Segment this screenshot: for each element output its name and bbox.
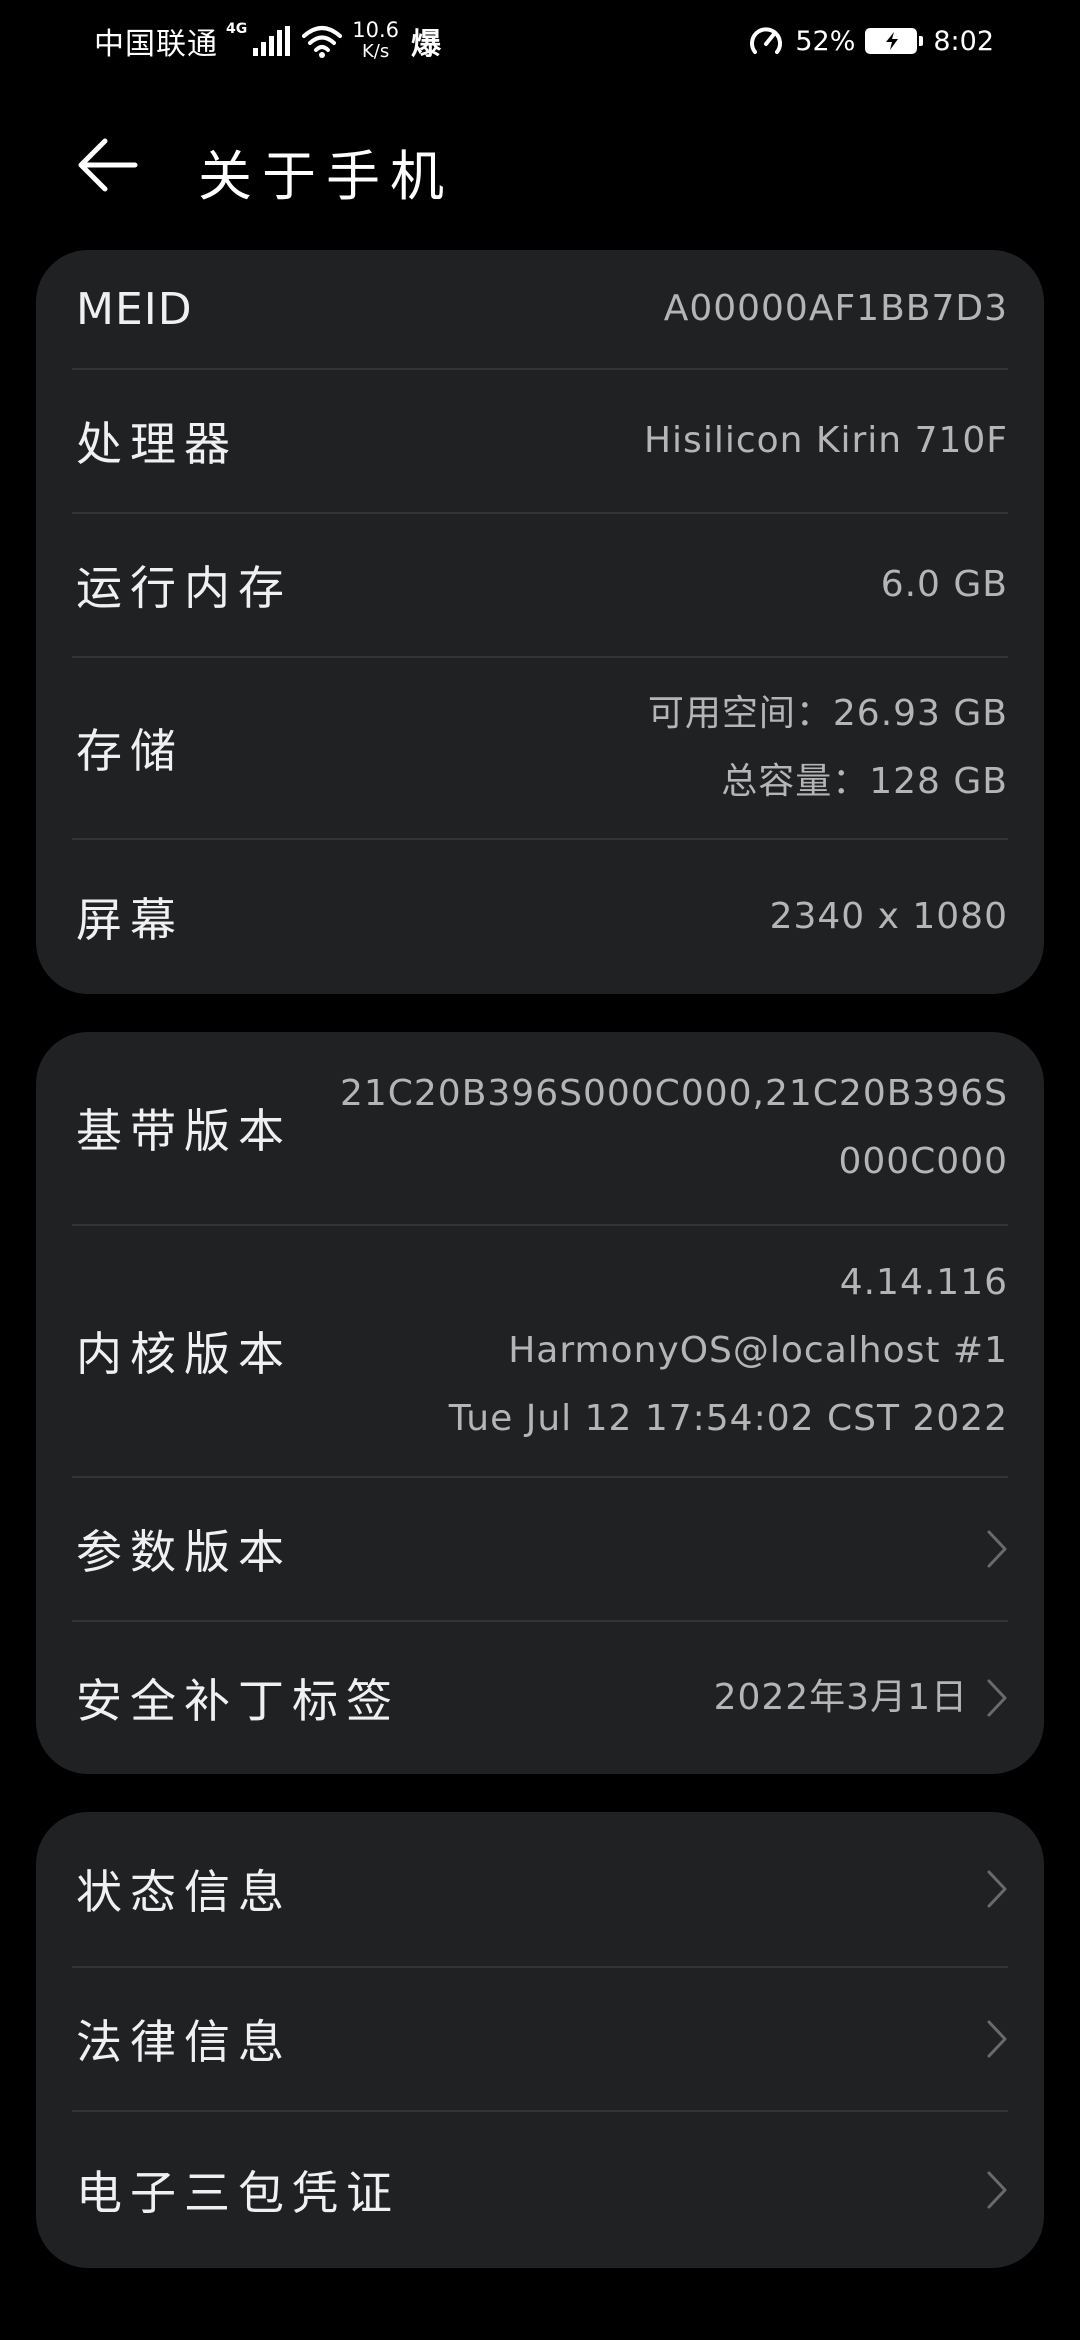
warranty-right: [986, 2170, 1008, 2210]
storage-available: 可用空间：26.93 GB: [647, 693, 1008, 734]
boost-badge: 爆: [411, 27, 441, 62]
other-info-card: 状态信息 法律信息 电子三包凭证: [36, 1812, 1044, 2268]
battery-icon: [865, 28, 924, 54]
back-button[interactable]: [66, 130, 146, 200]
status-info-label: 状态信息: [76, 1865, 292, 1919]
ram-value: 6.0 GB: [880, 564, 1008, 605]
chevron-right-icon: [987, 1679, 1007, 1717]
version-info-card: 基带版本 21C20B396S000C000,21C20B396S000C000…: [36, 1032, 1044, 1774]
power-saving-gauge-icon: [750, 27, 783, 54]
chevron-right-icon: [987, 2171, 1007, 2209]
chevron-right-icon: [987, 1530, 1007, 1568]
status-bar: 中国联通 4G 10.6 K/s 爆 52% 8:02: [0, 0, 1080, 84]
charging-bolt-icon: [886, 32, 899, 50]
chevron-right-icon: [987, 1870, 1007, 1908]
page-header: 关于手机: [0, 110, 1080, 220]
processor-label: 处理器: [76, 417, 238, 471]
screen-row: 屏幕 2340 x 1080: [72, 840, 1008, 994]
warranty-row[interactable]: 电子三包凭证: [72, 2112, 1008, 2268]
processor-row: 处理器 Hisilicon Kirin 710F: [72, 370, 1008, 514]
screen-value: 2340 x 1080: [769, 896, 1008, 937]
kernel-build-date: Tue Jul 12 17:54:02 CST 2022: [448, 1398, 1008, 1439]
baseband-label: 基带版本: [76, 1104, 292, 1158]
params-version-label: 参数版本: [76, 1525, 292, 1579]
meid-value: A00000AF1BB7D3: [663, 288, 1008, 329]
signal-icon: [253, 26, 291, 56]
speed-unit: K/s: [361, 41, 390, 62]
battery-percent: 52%: [795, 25, 856, 57]
status-bar-left: 中国联通 4G 10.6 K/s 爆: [94, 18, 441, 64]
security-patch-row[interactable]: 安全补丁标签 2022年3月1日: [72, 1622, 1008, 1774]
meid-label: MEID: [76, 283, 193, 335]
storage-label: 存储: [76, 724, 184, 778]
kernel-label: 内核版本: [76, 1327, 292, 1381]
back-arrow-icon: [78, 138, 138, 192]
legal-info-label: 法律信息: [76, 2015, 292, 2069]
legal-info-row[interactable]: 法律信息: [72, 1968, 1008, 2112]
params-version-row[interactable]: 参数版本: [72, 1478, 1008, 1622]
wifi-icon: [302, 26, 343, 58]
kernel-row: 内核版本 4.14.116 HarmonyOS@localhost #1 Tue…: [72, 1226, 1008, 1478]
kernel-host: HarmonyOS@localhost #1: [508, 1330, 1008, 1371]
kernel-value: 4.14.116 HarmonyOS@localhost #1 Tue Jul …: [449, 1249, 1008, 1453]
device-info-card: MEID A00000AF1BB7D3 处理器 Hisilicon Kirin …: [36, 250, 1044, 994]
status-info-row[interactable]: 状态信息: [72, 1812, 1008, 1968]
status-bar-right: 52% 8:02: [747, 18, 994, 64]
storage-total: 总容量：128 GB: [721, 761, 1008, 802]
status-info-right: [986, 1869, 1008, 1909]
network-speed: 10.6 K/s: [352, 19, 399, 63]
security-patch-right: 2022年3月1日: [714, 1664, 1008, 1732]
warranty-label: 电子三包凭证: [76, 2166, 400, 2220]
processor-value: Hisilicon Kirin 710F: [643, 420, 1008, 461]
meid-row: MEID A00000AF1BB7D3: [72, 250, 1008, 370]
security-patch-label: 安全补丁标签: [76, 1674, 400, 1728]
storage-row: 存储 可用空间：26.93 GB 总容量：128 GB: [72, 658, 1008, 840]
ram-row: 运行内存 6.0 GB: [72, 514, 1008, 658]
storage-value: 可用空间：26.93 GB 总容量：128 GB: [648, 680, 1008, 816]
status-time: 8:02: [933, 25, 994, 57]
legal-info-right: [986, 2019, 1008, 2059]
ram-label: 运行内存: [76, 561, 292, 615]
chevron-right-icon: [987, 2020, 1007, 2058]
page-title: 关于手机: [198, 145, 454, 208]
baseband-row: 基带版本 21C20B396S000C000,21C20B396S000C000: [72, 1032, 1008, 1226]
network-type: 4G: [226, 21, 248, 37]
params-version-right: [986, 1529, 1008, 1569]
security-patch-value: 2022年3月1日: [713, 1677, 968, 1718]
carrier-name: 中国联通: [94, 27, 218, 62]
screen-label: 屏幕: [76, 893, 184, 947]
speed-value: 10.6: [352, 18, 399, 42]
baseband-value: 21C20B396S000C000,21C20B396S000C000: [339, 1073, 1008, 1182]
kernel-version: 4.14.116: [839, 1262, 1008, 1303]
